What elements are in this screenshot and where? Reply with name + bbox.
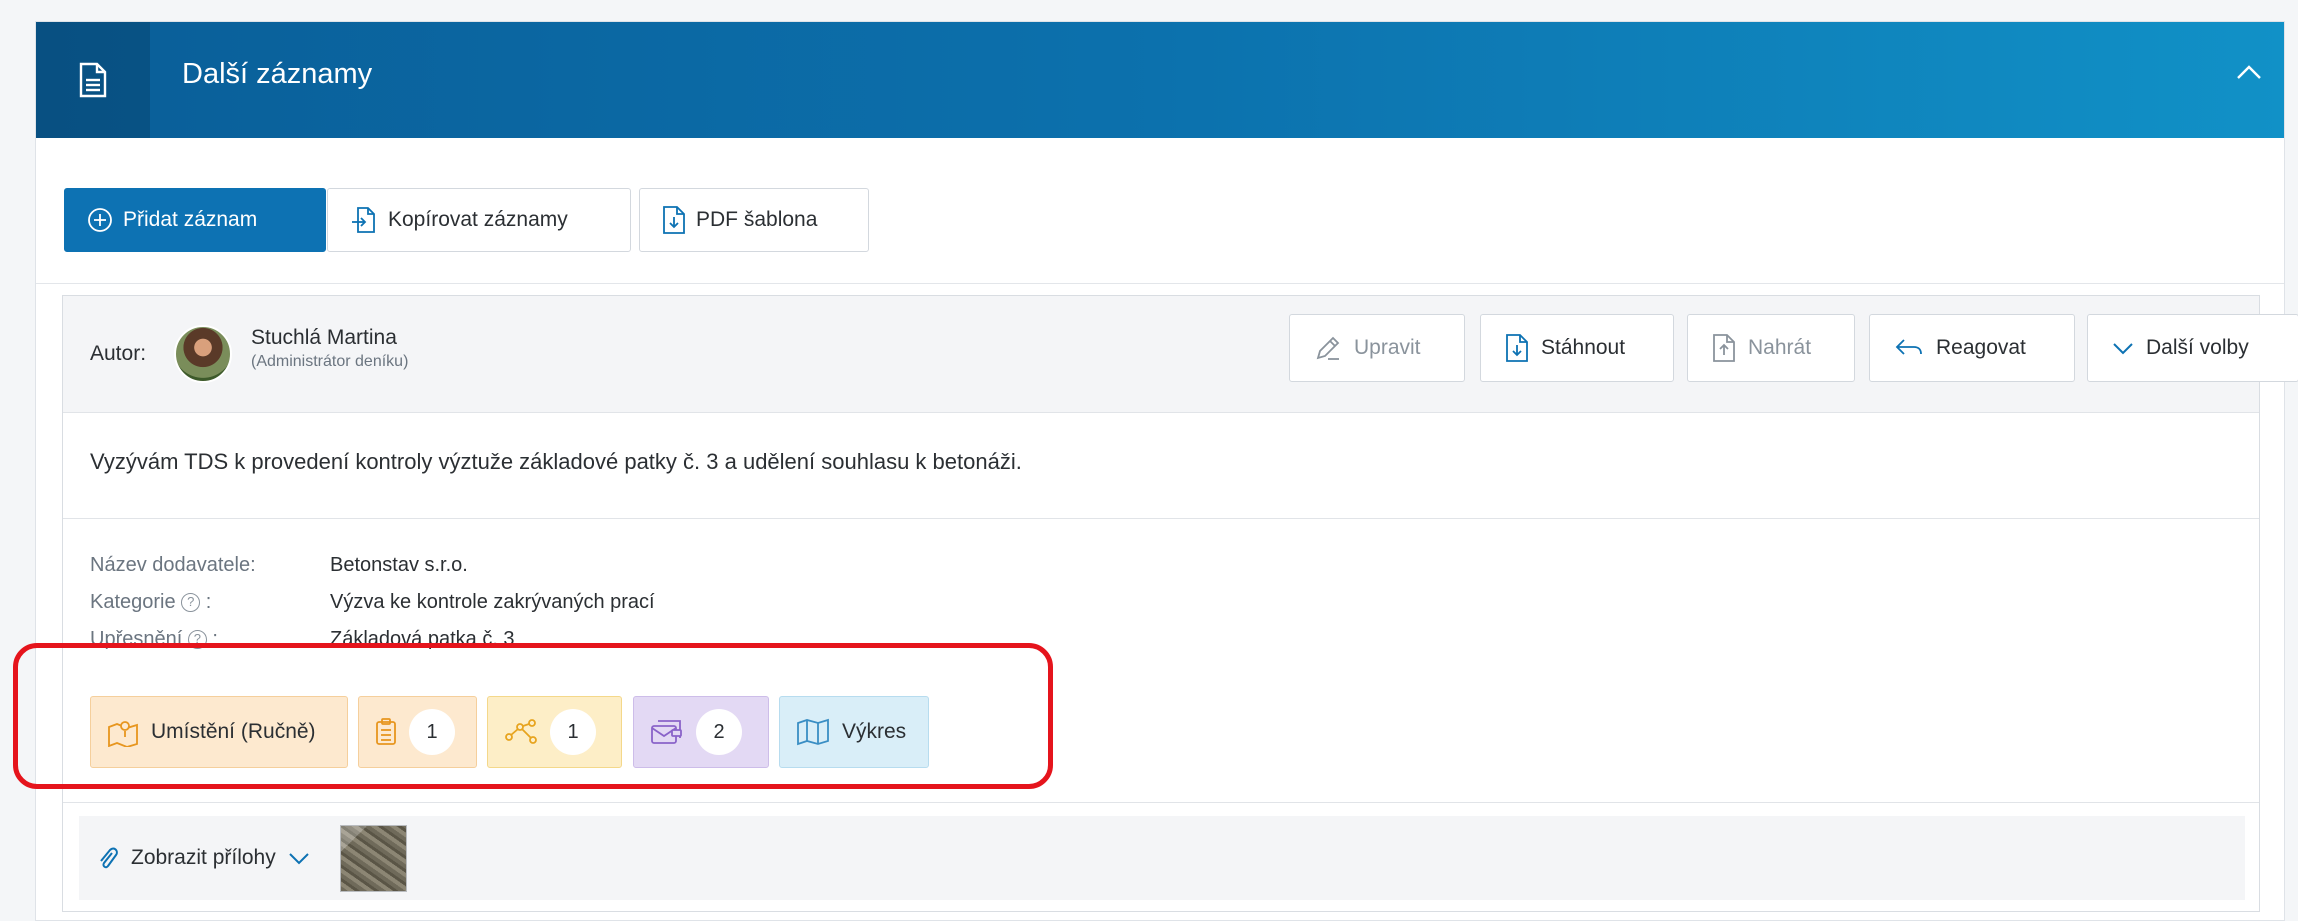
author-role: (Administrátor deníku) — [251, 353, 409, 370]
panel-title: Další záznamy — [182, 58, 373, 90]
upload-button[interactable]: Nahrát — [1687, 314, 1855, 382]
highlight-box — [13, 643, 1053, 789]
attachment-thumbnail[interactable] — [339, 824, 407, 892]
download-document-icon — [1506, 334, 1528, 362]
more-options-button[interactable]: Další volby — [2087, 314, 2298, 382]
more-options-label: Další volby — [2146, 336, 2249, 359]
record-header: Autor: Stuchlá Martina (Administrátor de… — [63, 296, 2298, 413]
pdf-template-button[interactable]: PDF šablona — [639, 188, 869, 252]
avatar — [174, 325, 232, 383]
document-icon — [36, 22, 150, 138]
author-label: Autor: — [90, 342, 147, 365]
paperclip-icon — [100, 847, 118, 869]
category-colon: : — [200, 591, 212, 613]
download-document-icon — [663, 206, 685, 234]
record-card: Autor: Stuchlá Martina (Administrátor de… — [62, 295, 2298, 912]
copy-document-icon — [352, 207, 375, 233]
copy-records-button[interactable]: Kopírovat záznamy — [327, 188, 631, 252]
supplier-label: Název dodavatele: — [90, 554, 256, 576]
toolbar: Přidat záznam Kopírovat záznamy PDF šabl… — [36, 138, 2284, 284]
chevron-up-icon[interactable] — [2236, 64, 2262, 85]
copy-records-label: Kopírovat záznamy — [388, 208, 568, 231]
react-button[interactable]: Reagovat — [1869, 314, 2075, 382]
divider — [63, 518, 2259, 519]
supplier-value: Betonstav s.r.o. — [330, 554, 468, 576]
record-text: Vyzývám TDS k provedení kontroly výztuže… — [90, 449, 1022, 474]
plus-circle-icon — [88, 208, 112, 232]
download-button[interactable]: Stáhnout — [1480, 314, 1674, 382]
help-icon[interactable]: ? — [181, 593, 201, 613]
attachments-bar: Zobrazit přílohy — [79, 816, 2245, 900]
author-name: Stuchlá Martina — [251, 326, 397, 349]
panel-header[interactable]: Další záznamy — [36, 22, 2284, 138]
chevron-down-icon[interactable] — [288, 851, 310, 865]
chevron-down-icon — [2113, 343, 2133, 355]
upload-label: Nahrát — [1748, 336, 1812, 359]
edit-button[interactable]: Upravit — [1289, 314, 1465, 382]
category-value: Výzva ke kontrole zakrývaných prací — [330, 591, 655, 613]
show-attachments-link[interactable]: Zobrazit přílohy — [131, 846, 276, 870]
upload-document-icon — [1713, 334, 1735, 362]
pdf-template-label: PDF šablona — [696, 208, 818, 231]
download-label: Stáhnout — [1541, 336, 1626, 359]
react-label: Reagovat — [1936, 336, 2026, 359]
reply-icon — [1895, 339, 1922, 355]
category-label-row: Kategorie ? : — [90, 591, 211, 614]
edit-label: Upravit — [1354, 336, 1421, 359]
divider — [63, 802, 2259, 803]
pencil-icon — [1316, 336, 1340, 360]
add-record-label: Přidat záznam — [123, 208, 258, 231]
category-label: Kategorie — [90, 591, 176, 613]
add-record-button[interactable]: Přidat záznam — [64, 188, 326, 252]
